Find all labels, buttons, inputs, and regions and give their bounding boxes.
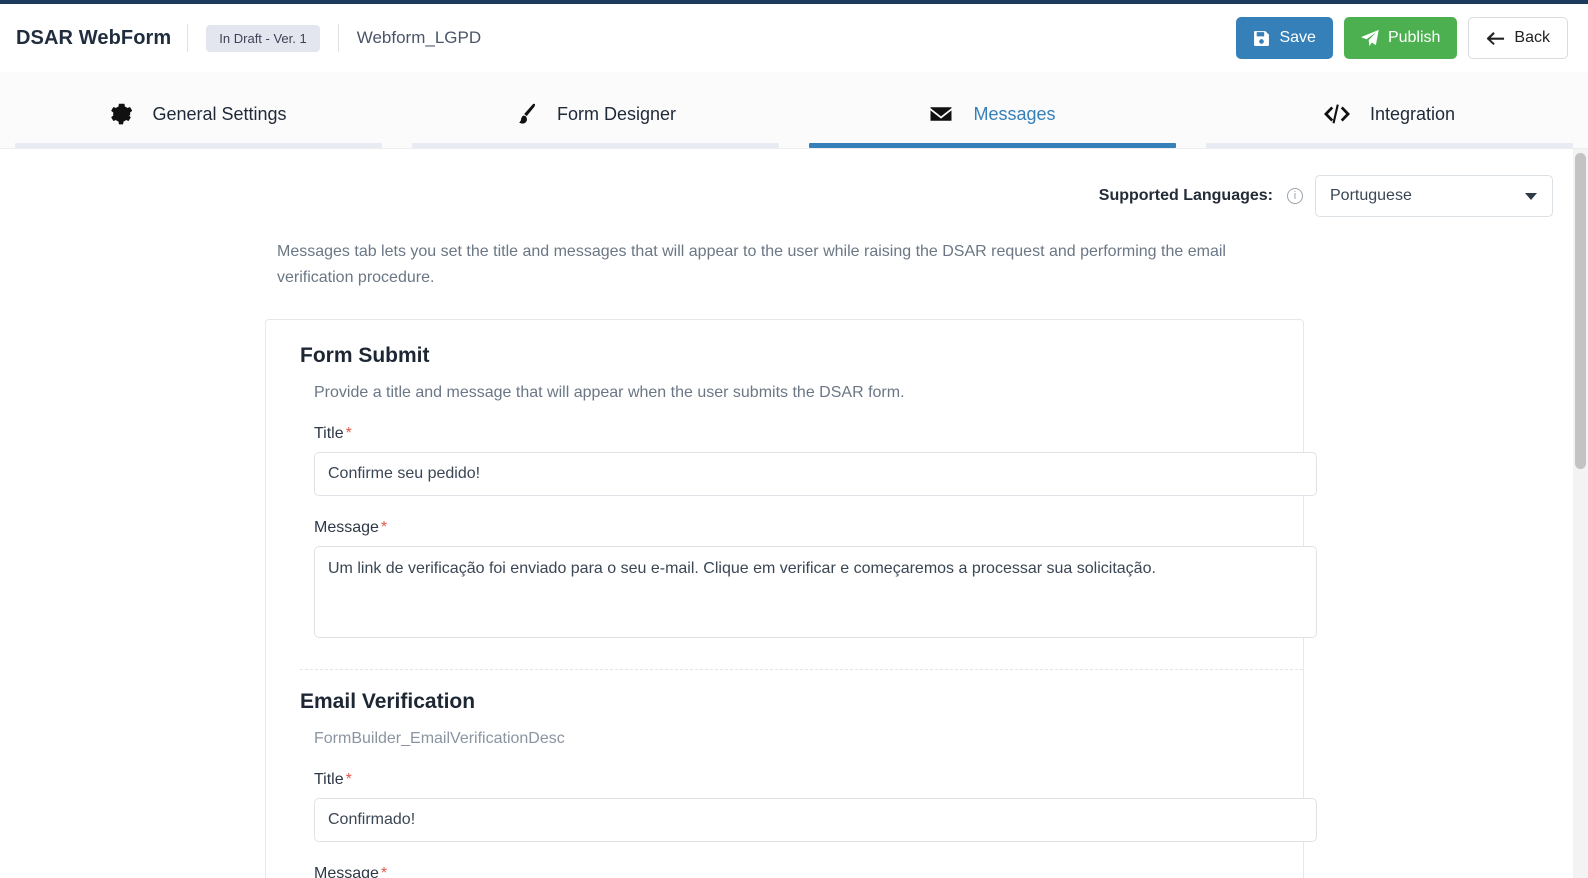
header-left-group: DSAR WebForm In Draft - Ver. 1 Webform_L… bbox=[16, 24, 481, 52]
back-button-label: Back bbox=[1514, 29, 1550, 46]
publish-button-label: Publish bbox=[1387, 29, 1441, 46]
language-select[interactable]: Portuguese bbox=[1315, 175, 1553, 217]
header-actions: Save Publish Back bbox=[1236, 17, 1568, 59]
paper-plane-icon bbox=[1360, 29, 1379, 47]
field-form-submit-message: Message * bbox=[314, 519, 1317, 643]
envelope-icon bbox=[929, 102, 953, 126]
field-label: Title * bbox=[314, 425, 1279, 443]
required-marker: * bbox=[380, 864, 388, 878]
tab-label: Messages bbox=[973, 103, 1056, 124]
field-label: Message * bbox=[314, 865, 1279, 878]
field-label: Message * bbox=[314, 519, 1279, 537]
chevron-down-icon bbox=[1525, 192, 1537, 200]
tab-underline bbox=[412, 143, 779, 148]
tab-underline bbox=[809, 143, 1176, 148]
section-divider bbox=[300, 668, 1303, 670]
vertical-scrollbar[interactable] bbox=[1573, 149, 1588, 878]
page-title: DSAR WebForm bbox=[16, 26, 172, 49]
section-title: Email Verification bbox=[300, 689, 476, 713]
webform-name: Webform_LGPD bbox=[356, 28, 482, 47]
supported-languages-row: Supported Languages: i Portuguese bbox=[0, 149, 1588, 217]
tab-bar: General Settings Form Designer Messages bbox=[0, 72, 1588, 149]
field-label: Title * bbox=[314, 771, 1279, 789]
tab-label: General Settings bbox=[152, 103, 287, 124]
save-button-label: Save bbox=[1279, 29, 1316, 46]
code-icon bbox=[1323, 103, 1350, 125]
section-email-verification: Email Verification FormBuilder_EmailVeri… bbox=[290, 689, 1317, 878]
language-select-value: Portuguese bbox=[1330, 187, 1412, 204]
tab-underline bbox=[1206, 143, 1573, 148]
tab-messages[interactable]: Messages bbox=[794, 74, 1191, 148]
scrollbar-thumb[interactable] bbox=[1575, 153, 1586, 469]
section-description: FormBuilder_EmailVerificationDesc bbox=[314, 729, 565, 747]
save-button[interactable]: Save bbox=[1236, 17, 1333, 59]
status-badge: In Draft - Ver. 1 bbox=[206, 24, 320, 52]
content-area: Supported Languages: i Portuguese Messag… bbox=[0, 149, 1588, 878]
tab-label: Integration bbox=[1369, 103, 1456, 124]
section-title: Form Submit bbox=[300, 343, 430, 367]
section-description: Provide a title and message that will ap… bbox=[314, 383, 905, 401]
tab-general-settings[interactable]: General Settings bbox=[0, 74, 397, 148]
section-form-submit: Form Submit Provide a title and message … bbox=[290, 343, 1317, 643]
required-marker: * bbox=[380, 518, 388, 536]
gear-icon bbox=[110, 103, 133, 125]
arrow-left-icon bbox=[1486, 30, 1505, 47]
paintbrush-icon bbox=[515, 103, 537, 125]
tab-underline bbox=[15, 143, 382, 148]
tab-label: Form Designer bbox=[556, 103, 677, 124]
required-marker: * bbox=[345, 770, 352, 788]
back-button[interactable]: Back bbox=[1468, 17, 1568, 59]
field-label-text: Message bbox=[314, 864, 379, 878]
info-icon[interactable]: i bbox=[1287, 188, 1303, 204]
tab-form-designer[interactable]: Form Designer bbox=[397, 74, 794, 148]
email-verification-title-input[interactable] bbox=[314, 797, 1317, 842]
intro-text: Messages tab lets you set the title and … bbox=[277, 243, 1226, 287]
field-email-verification-title: Title * bbox=[314, 771, 1317, 842]
field-email-verification-message: Message * bbox=[314, 865, 1279, 878]
form-submit-message-textarea[interactable] bbox=[314, 545, 1317, 638]
supported-languages-label: Supported Languages: bbox=[1098, 187, 1273, 204]
floppy-disk-icon bbox=[1253, 30, 1270, 47]
field-form-submit-title: Title * bbox=[314, 425, 1317, 496]
field-label-text: Title bbox=[314, 770, 344, 788]
field-label-text: Message bbox=[314, 518, 379, 536]
form-submit-title-input[interactable] bbox=[314, 451, 1317, 496]
field-label-text: Title bbox=[314, 424, 344, 442]
publish-button[interactable]: Publish bbox=[1343, 17, 1458, 59]
required-marker: * bbox=[345, 424, 352, 442]
messages-card: Form Submit Provide a title and message … bbox=[265, 318, 1317, 878]
header-divider-1 bbox=[187, 24, 189, 52]
app-header: DSAR WebForm In Draft - Ver. 1 Webform_L… bbox=[0, 4, 1588, 72]
tab-integration[interactable]: Integration bbox=[1191, 74, 1588, 148]
